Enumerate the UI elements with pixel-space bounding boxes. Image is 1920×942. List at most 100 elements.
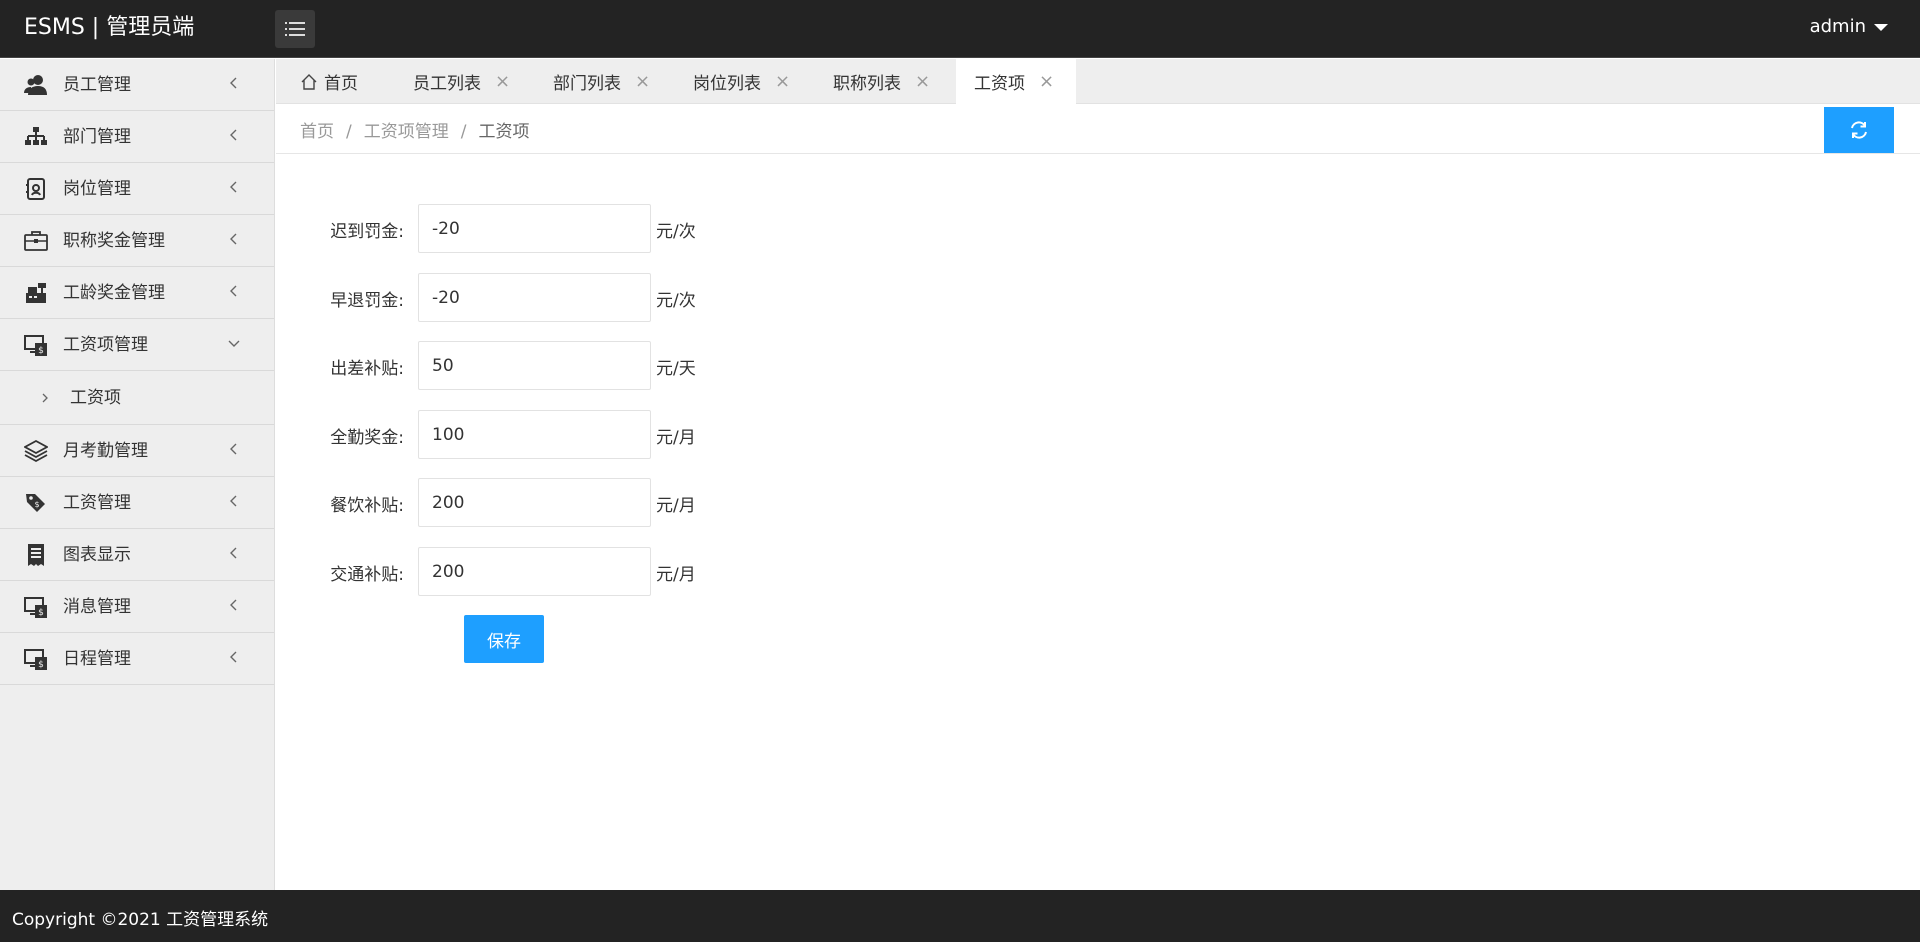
chevron-left-icon [230, 547, 237, 559]
sidebar-item-label: 消息管理 [63, 597, 131, 617]
close-icon[interactable]: × [495, 72, 510, 91]
copyright-text: Copyright ©2021 工资管理系统 [12, 910, 269, 930]
id-badge-icon [26, 178, 45, 200]
chevron-left-icon [230, 599, 237, 611]
breadcrumb-current: 工资项 [478, 122, 530, 142]
sidebar-item-title-bonus[interactable]: 职称奖金管理 [0, 215, 274, 267]
sidebar-item-messages[interactable]: $ 消息管理 [0, 581, 274, 633]
transport-allowance-unit: 元/月 [656, 565, 696, 585]
attendance-bonus-input[interactable] [418, 410, 651, 459]
svg-text:$: $ [38, 346, 44, 356]
tab-title-list[interactable]: 职称列表 × [833, 59, 930, 104]
meal-allowance-unit: 元/月 [656, 496, 696, 516]
late-fine-unit: 元/次 [656, 222, 696, 242]
svg-text:$: $ [34, 500, 39, 509]
transport-allowance-input[interactable] [418, 547, 651, 596]
receipt-icon [28, 544, 44, 566]
sidebar-subitem-salary-item[interactable]: 工资项 [0, 371, 274, 425]
meal-allowance-input[interactable] [418, 478, 651, 527]
sidebar-item-label: 工龄奖金管理 [63, 283, 165, 303]
attendance-bonus-label: 全勤奖金: [330, 428, 404, 448]
sidebar-item-department[interactable]: 部门管理 [0, 111, 274, 163]
refresh-button[interactable] [1824, 107, 1894, 153]
breadcrumb-section[interactable]: 工资项管理 [364, 122, 449, 142]
close-icon[interactable]: × [915, 72, 930, 91]
early-leave-fine-label: 早退罚金: [330, 291, 404, 311]
sidebar-item-seniority-bonus[interactable]: 工龄奖金管理 [0, 267, 274, 319]
home-icon [301, 73, 317, 90]
tab-label: 岗位列表 [693, 74, 761, 94]
layers-icon [24, 439, 48, 463]
tab-label: 员工列表 [413, 74, 481, 94]
sidebar-item-label: 月考勤管理 [63, 441, 148, 461]
sidebar-item-label: 职称奖金管理 [63, 231, 165, 251]
sitemap-icon [25, 127, 47, 145]
tab-salary-item[interactable]: 工资项 × [956, 59, 1076, 104]
chevron-left-icon [230, 181, 237, 193]
chevron-left-icon [230, 285, 237, 297]
top-header: ESMS | 管理员端 admin [0, 0, 1920, 58]
travel-allowance-unit: 元/天 [656, 359, 696, 379]
tags-icon: $ [26, 494, 45, 512]
tab-employee-list[interactable]: 员工列表 × [413, 59, 510, 104]
transport-allowance-label: 交通补贴: [330, 565, 404, 585]
close-icon[interactable]: × [1039, 72, 1054, 91]
tab-position-list[interactable]: 岗位列表 × [693, 59, 790, 104]
username: admin [1809, 16, 1866, 37]
form-row-meal-allowance: 餐饮补贴: 元/月 [276, 478, 876, 528]
svg-text:$: $ [38, 608, 44, 618]
breadcrumb: 首页 / 工资项管理 / 工资项 [300, 117, 529, 142]
travel-allowance-label: 出差补贴: [330, 359, 404, 379]
user-menu[interactable]: admin [1810, 16, 1888, 37]
salary-monitor-icon: $ [24, 335, 47, 356]
breadcrumb-bar: 首页 / 工资项管理 / 工资项 [276, 104, 1920, 154]
users-icon [24, 75, 47, 95]
breadcrumb-separator: / [460, 122, 467, 142]
list-icon [285, 22, 305, 36]
sidebar-item-salary-items[interactable]: $ 工资项管理 [0, 319, 274, 371]
travel-allowance-input[interactable] [418, 341, 651, 390]
late-fine-label: 迟到罚金: [330, 222, 404, 242]
message-monitor-icon: $ [24, 597, 47, 618]
breadcrumb-separator: / [346, 122, 352, 142]
close-icon[interactable]: × [635, 72, 650, 91]
sidebar-item-label: 日程管理 [63, 649, 131, 669]
form-row-early-leave-fine: 早退罚金: 元/次 [276, 273, 876, 323]
refresh-icon [1851, 121, 1867, 139]
schedule-monitor-icon: $ [24, 649, 47, 670]
chevron-left-icon [230, 651, 237, 663]
sidebar-item-label: 图表显示 [63, 545, 131, 565]
chevron-down-icon [228, 340, 240, 347]
form-row-attendance-bonus: 全勤奖金: 元/月 [276, 410, 876, 460]
tab-home[interactable]: 首页 [300, 59, 358, 104]
sidebar-item-attendance[interactable]: 月考勤管理 [0, 425, 274, 477]
form-row-travel-allowance: 出差补贴: 元/天 [276, 341, 876, 391]
close-icon[interactable]: × [775, 72, 790, 91]
sidebar-item-charts[interactable]: 图表显示 [0, 529, 274, 581]
sidebar-item-schedule[interactable]: $ 日程管理 [0, 633, 274, 685]
early-leave-fine-unit: 元/次 [656, 291, 696, 311]
footer: Copyright ©2021 工资管理系统 [0, 890, 1920, 942]
chevron-left-icon [230, 443, 237, 455]
breadcrumb-home[interactable]: 首页 [300, 122, 334, 142]
briefcase-icon [24, 231, 48, 251]
sidebar-subitem-label: 工资项 [70, 388, 121, 408]
chevron-left-icon [230, 233, 237, 245]
sidebar-item-position[interactable]: 岗位管理 [0, 163, 274, 215]
save-button[interactable]: 保存 [464, 615, 544, 663]
tab-label: 部门列表 [553, 74, 621, 94]
form-row-late-fine: 迟到罚金: 元/次 [276, 204, 876, 254]
chevron-left-icon [230, 77, 237, 89]
late-fine-input[interactable] [418, 204, 651, 253]
tab-label: 工资项 [974, 74, 1025, 94]
tab-bar: 首页 员工列表 × 部门列表 × 岗位列表 × 职称列表 × 工资项 × [276, 59, 1920, 104]
early-leave-fine-input[interactable] [418, 273, 651, 322]
menu-toggle-button[interactable] [275, 10, 315, 48]
sidebar-item-salary[interactable]: $ 工资管理 [0, 477, 274, 529]
cash-register-icon [26, 283, 46, 303]
sidebar: 员工管理 部门管理 岗位管理 职称奖金管理 工龄奖金管理 $ 工资项管理 工资项… [0, 59, 275, 890]
tab-department-list[interactable]: 部门列表 × [553, 59, 650, 104]
meal-allowance-label: 餐饮补贴: [330, 496, 404, 516]
sidebar-item-employee[interactable]: 员工管理 [0, 59, 274, 111]
caret-down-icon [1874, 24, 1888, 31]
